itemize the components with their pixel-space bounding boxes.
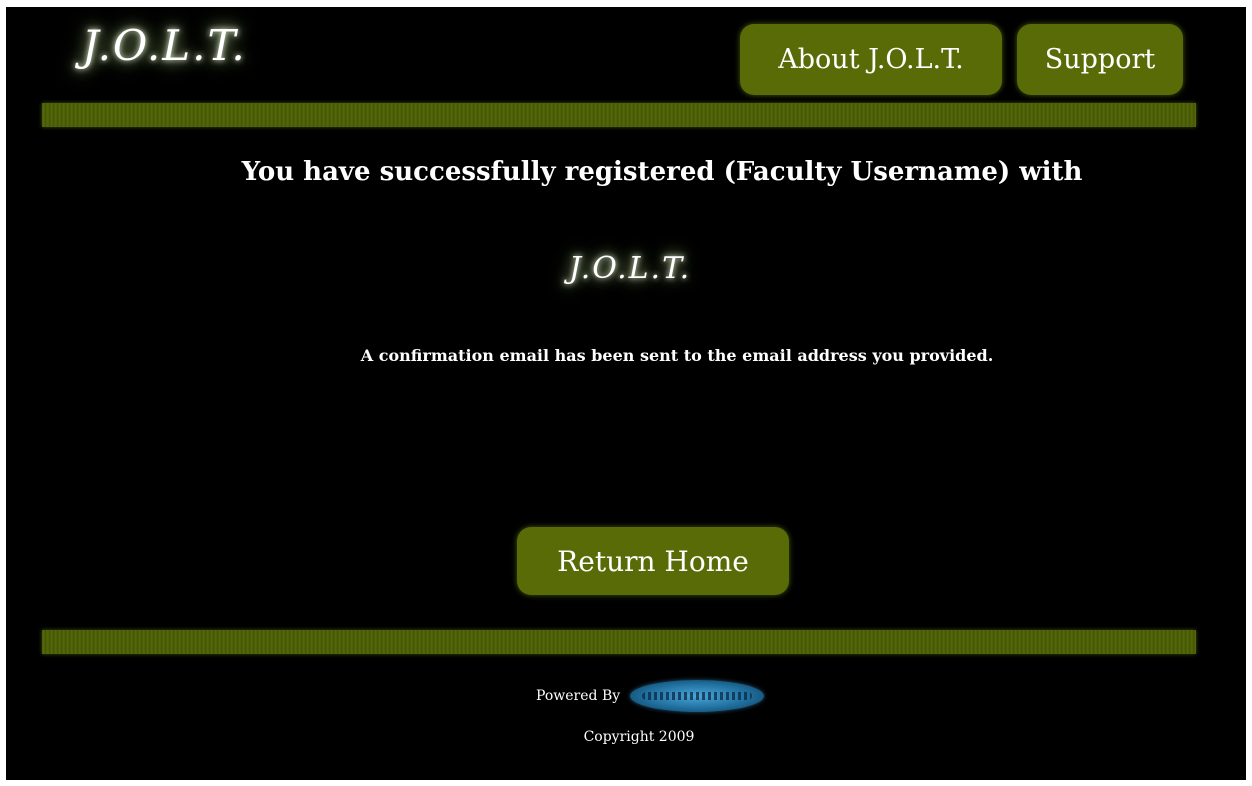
header-divider-bar	[42, 103, 1196, 127]
about-jolt-button[interactable]: About J.O.L.T.	[740, 24, 1002, 95]
footer-divider-bar	[42, 630, 1196, 654]
confirmation-message: A confirmation email has been sent to th…	[360, 346, 994, 365]
powered-by: Powered By	[536, 680, 765, 712]
center-logo: J.O.L.T.	[569, 251, 692, 286]
registration-success-heading: You have successfully registered (Facult…	[241, 157, 1083, 187]
return-home-button[interactable]: Return Home	[517, 527, 789, 595]
support-button[interactable]: Support	[1017, 24, 1183, 95]
powered-by-label: Powered By	[536, 688, 621, 704]
copyright-text: Copyright 2009	[583, 729, 695, 745]
sponsor-logo-icon[interactable]	[630, 680, 765, 712]
page-frame: J.O.L.T. About J.O.L.T. Support You have…	[6, 7, 1246, 780]
site-logo[interactable]: J.O.L.T.	[82, 21, 247, 70]
